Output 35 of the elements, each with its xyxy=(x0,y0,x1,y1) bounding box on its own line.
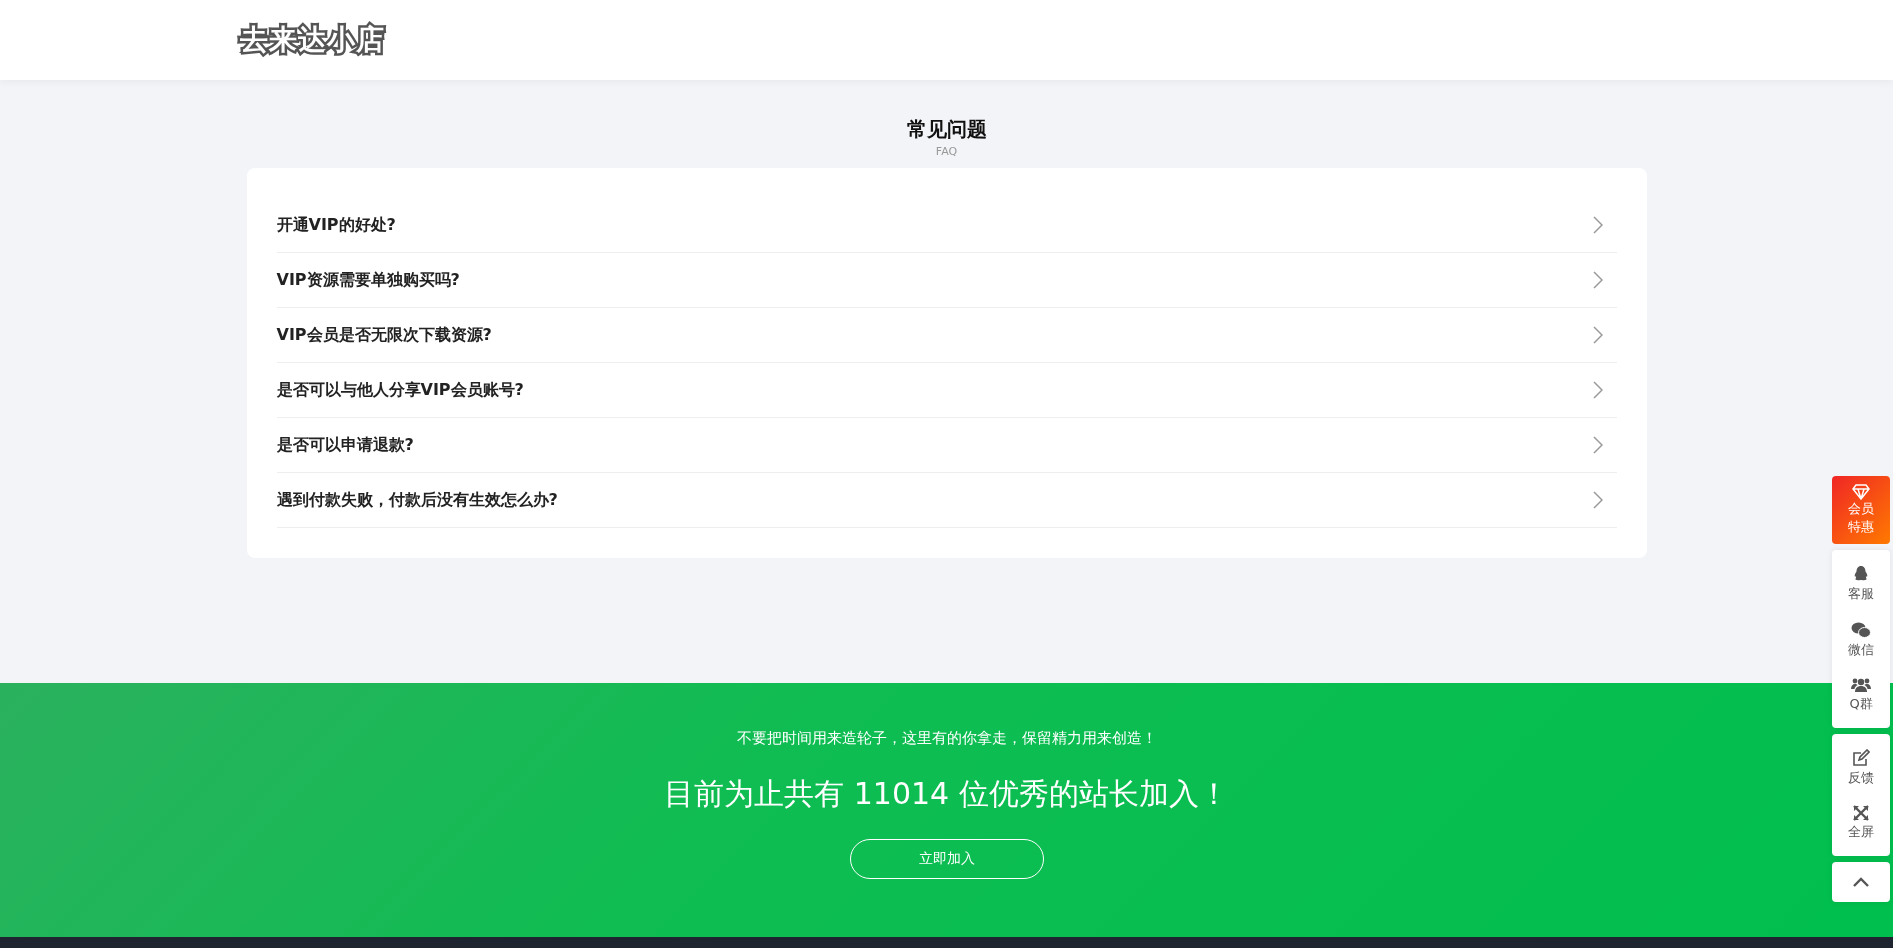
back-to-top-button[interactable] xyxy=(1832,862,1890,903)
sidebar-label: 全屏 xyxy=(1848,823,1874,842)
sidebar-button[interactable]: 微信 xyxy=(1832,612,1890,669)
sidebar-label: 微信 xyxy=(1848,641,1874,660)
sidebar-label: 反馈 xyxy=(1848,769,1874,788)
sidebar-button[interactable]: 客服 xyxy=(1832,556,1890,613)
faq-item[interactable]: VIP会员是否无限次下载资源? xyxy=(276,308,1617,363)
chevron-up-icon xyxy=(1853,877,1869,888)
member-offer-button[interactable]: 会员特惠 xyxy=(1832,476,1890,545)
chevron-icon xyxy=(1592,216,1603,234)
faq-item[interactable]: 开通VIP的好处? xyxy=(276,198,1617,253)
expand-icon xyxy=(1853,805,1869,822)
edit-icon xyxy=(1852,749,1870,768)
faq-item[interactable]: 遇到付款失败，付款后没有生效怎么办? xyxy=(276,473,1617,528)
member-count-headline: 目前为止共有 11014 位优秀的站长加入！ xyxy=(664,775,1229,813)
sidebar-button[interactable]: Q群 xyxy=(1832,668,1890,723)
faq-item[interactable]: 是否可以与他人分享VIP会员账号? xyxy=(276,363,1617,418)
section-title: 常见问题 xyxy=(906,116,987,143)
diamond-icon xyxy=(1852,484,1870,500)
sidebar-label: Q群 xyxy=(1849,695,1873,714)
chevron-icon xyxy=(1592,271,1603,289)
chevron-icon xyxy=(1592,381,1603,399)
people-icon xyxy=(1851,677,1871,694)
faq-item[interactable]: 是否可以申请退款? xyxy=(276,418,1617,473)
sidebar-button[interactable]: 全屏 xyxy=(1832,796,1890,851)
chevron-icon xyxy=(1592,491,1603,509)
faq-item[interactable]: VIP资源需要单独购买吗? xyxy=(276,253,1617,308)
slogan: 不要把时间用来造轮子，这里有的你拿走，保留精力用来创造！ xyxy=(736,729,1157,748)
chat-bubbles-icon xyxy=(1851,621,1871,640)
chevron-icon xyxy=(1592,436,1603,454)
sidebar-label: 客服 xyxy=(1848,585,1874,604)
section-subtitle: FAQ xyxy=(935,145,958,158)
chevron-icon xyxy=(1592,326,1603,344)
member-offer-label: 会员特惠 xyxy=(1848,500,1874,537)
sidebar-button[interactable]: 反馈 xyxy=(1832,740,1890,797)
